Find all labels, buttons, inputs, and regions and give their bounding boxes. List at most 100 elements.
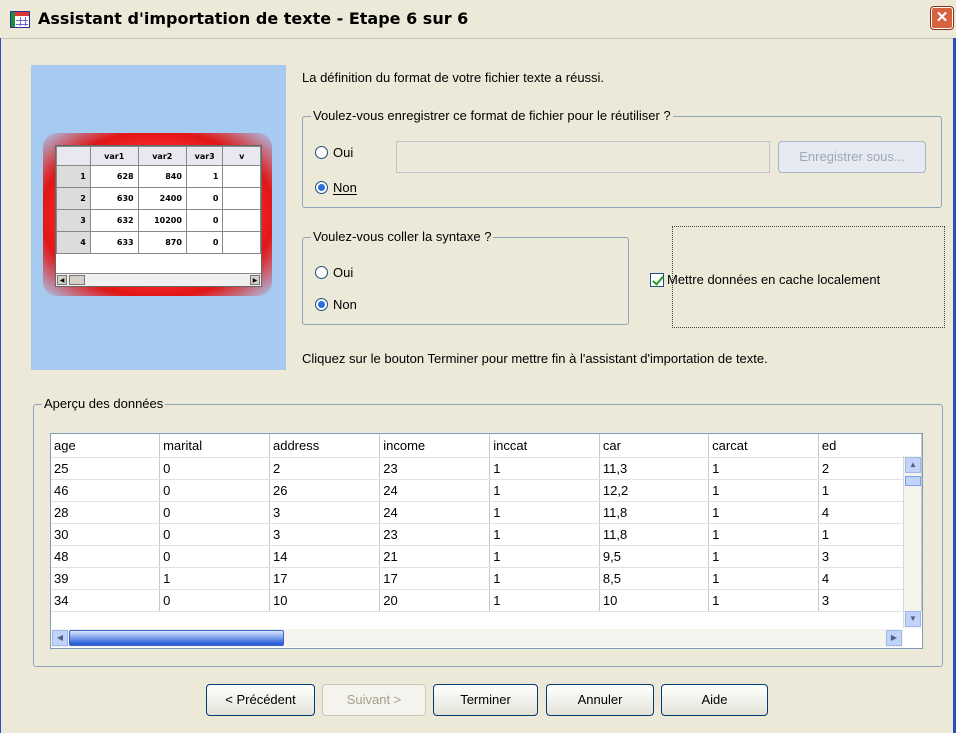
table-cell: 1 [708,589,819,612]
scroll-left-arrow-icon[interactable]: ◀ [52,630,68,646]
table-cell: 11,8 [599,523,710,546]
scroll-down-arrow-icon[interactable]: ▼ [905,611,921,627]
column-header[interactable]: carcat [708,434,819,458]
table-cell: 3 [269,501,381,524]
mini-cell: 0 [185,231,224,254]
mini-cell [222,165,261,188]
save-format-oui-radio[interactable]: Oui [315,145,353,160]
mini-header-cell [56,146,91,166]
save-format-non-radio[interactable]: Non [315,180,357,195]
data-preview-grid[interactable]: age marital address income inccat car ca… [50,433,923,649]
window-frame-left [0,38,1,733]
table-cell: 1 [489,589,600,612]
mini-row-number: 4 [56,231,91,254]
mini-header-cell: var3 [185,146,224,166]
table-row: 48 0 14 21 1 9,5 1 3 [51,545,922,568]
column-header[interactable]: ed [818,434,922,458]
success-message: La définition du format de votre fichier… [302,70,605,85]
table-cell: 1 [489,567,600,590]
save-as-button[interactable]: Enregistrer sous... [778,141,926,173]
paste-syntax-oui-radio[interactable]: Oui [315,265,353,280]
mini-row-number: 1 [56,165,91,188]
mini-cell: 2400 [137,187,187,210]
table-cell: 1 [708,501,819,524]
mini-cell: 0 [185,187,224,210]
previous-button[interactable]: < Précédent [206,684,315,716]
radio-label: Non [333,180,357,195]
vertical-scrollbar[interactable]: ▲ ▼ [903,456,921,628]
mini-cell: 630 [89,187,139,210]
table-header-row: age marital address income inccat car ca… [51,434,922,458]
table-cell: 24 [379,479,491,502]
table-cell: 0 [159,479,270,502]
table-cell: 1 [489,479,600,502]
table-cell: 21 [379,545,491,568]
table-cell: 30 [51,523,161,546]
finish-button[interactable]: Terminer [433,684,538,716]
cancel-button[interactable]: Annuler [546,684,654,716]
table-row: 34 0 10 20 1 10 1 3 [51,589,922,612]
wizard-illustration: var1 var2 var3 v 1 628 840 1 2 630 2400 0 3 632… [31,65,286,370]
radio-label: Non [333,297,357,312]
mini-cell [222,231,261,254]
column-header[interactable]: age [51,434,161,458]
table-row: 28 0 3 24 1 11,8 1 4 [51,501,922,524]
mini-right-arrow-icon: ▶ [250,275,260,285]
column-header[interactable]: marital [159,434,270,458]
table-cell: 1 [489,545,600,568]
radio-unchecked-icon [315,146,328,159]
format-filename-field[interactable] [396,141,770,173]
data-preview-legend: Aperçu des données [42,396,166,411]
table-cell: 0 [159,545,270,568]
mini-scrollbar: ◀ ▶ [56,273,261,286]
mini-row-number: 3 [56,209,91,232]
paste-syntax-non-radio[interactable]: Non [315,297,357,312]
table-cell: 25 [51,457,161,480]
table-cell: 1 [489,457,600,480]
table-cell: 48 [51,545,161,568]
finish-instruction: Cliquez sur le bouton Terminer pour mett… [302,351,768,366]
table-cell: 11,8 [599,501,710,524]
column-header[interactable]: inccat [489,434,600,458]
illustration-grid: var1 var2 var3 v 1 628 840 1 2 630 2400 0 3 632… [55,145,262,287]
table-cell: 23 [379,523,491,546]
close-button[interactable]: ✕ [931,7,953,29]
cache-locally-label: Mettre données en cache localement [667,272,881,287]
table-cell: 0 [159,523,270,546]
data-table: age marital address income inccat car ca… [51,434,922,612]
horizontal-scroll-thumb[interactable] [69,630,284,646]
scroll-right-arrow-icon[interactable]: ▶ [886,630,902,646]
table-cell: 46 [51,479,161,502]
table-cell: 1 [708,523,819,546]
table-cell: 10 [599,589,710,612]
horizontal-scrollbar[interactable]: ◀ ▶ [51,629,903,647]
mini-header-cell: var1 [89,146,139,166]
column-header[interactable]: income [379,434,491,458]
save-format-legend: Voulez-vous enregistrer ce format de fic… [311,108,673,123]
radio-unchecked-icon [315,266,328,279]
table-cell: 14 [269,545,381,568]
vertical-scroll-thumb[interactable] [905,476,921,486]
table-cell: 28 [51,501,161,524]
mini-cell: 0 [185,209,224,232]
table-cell: 10 [269,589,381,612]
mini-row-number: 2 [56,187,91,210]
column-header[interactable]: address [269,434,381,458]
next-button[interactable]: Suivant > [322,684,426,716]
paste-syntax-legend: Voulez-vous coller la syntaxe ? [311,229,494,244]
help-button[interactable]: Aide [661,684,768,716]
table-cell: 1 [708,457,819,480]
scroll-up-arrow-icon[interactable]: ▲ [905,457,921,473]
table-cell: 26 [269,479,381,502]
column-header[interactable]: car [599,434,710,458]
table-cell: 0 [159,589,270,612]
radio-checked-icon [315,298,328,311]
mini-cell: 10200 [137,209,187,232]
mini-cell: 870 [137,231,187,254]
mini-cell: 840 [137,165,187,188]
table-cell: 8,5 [599,567,710,590]
cache-locally-checkbox[interactable]: Mettre données en cache localement [650,272,880,287]
table-row: 39 1 17 17 1 8,5 1 4 [51,567,922,590]
table-cell: 0 [159,501,270,524]
table-cell: 17 [269,567,381,590]
